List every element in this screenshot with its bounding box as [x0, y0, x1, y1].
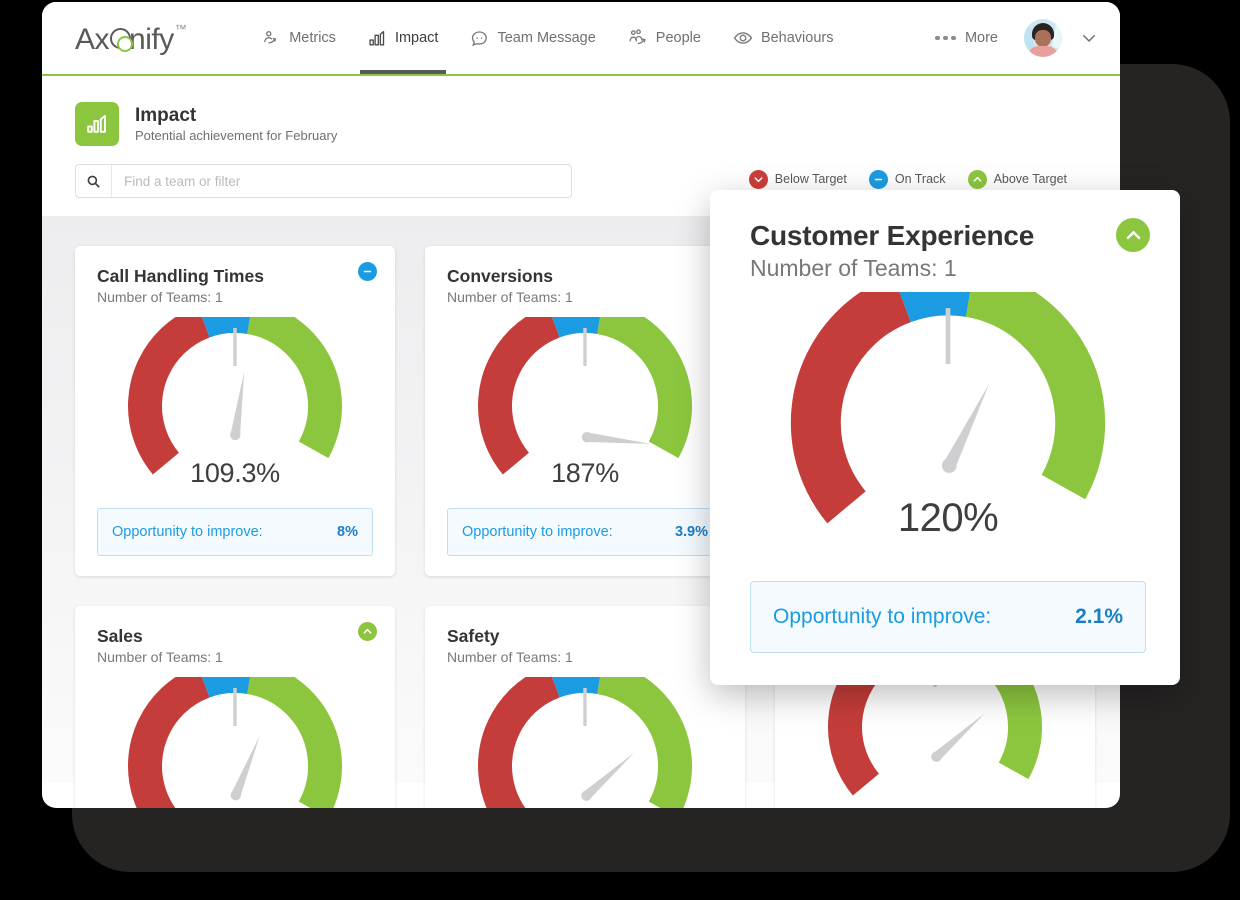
metric-card[interactable]: Conversions Number of Teams: 1 [425, 246, 745, 576]
opportunity-label: Opportunity to improve: [112, 524, 263, 540]
gauge-needle [579, 749, 637, 803]
chevron-up-circle-icon [1116, 218, 1150, 252]
gauge-value: 187% [447, 458, 723, 489]
search-input[interactable] [112, 165, 571, 197]
screenshot-stage: Ax nify ™ Metrics [0, 0, 1240, 900]
card-teams: Number of Teams: 1 [447, 289, 723, 305]
behaviours-icon [733, 28, 753, 48]
status-badge [1116, 218, 1150, 252]
gauge-svg [447, 677, 723, 808]
nav-items: Metrics Impact [246, 2, 849, 74]
metric-card[interactable]: Safety Number of Teams: 1 [425, 606, 745, 808]
nav-right-group: More [925, 19, 1120, 57]
ellipsis-icon [935, 36, 956, 41]
user-avatar[interactable] [1024, 19, 1062, 57]
nav-item-team-message[interactable]: Team Message [454, 2, 611, 74]
opportunity-label: Opportunity to improve: [773, 605, 991, 629]
gauge-svg [447, 317, 723, 477]
opportunity-value: 2.1% [1075, 605, 1123, 629]
legend-label: Above Target [994, 172, 1067, 186]
page-subtitle: Potential achievement for February [135, 128, 337, 143]
nav-item-more[interactable]: More [925, 30, 1008, 46]
opportunity-bar: Opportunity to improve: 3.9% [447, 508, 723, 556]
card-title: Safety [447, 626, 723, 647]
gauge-needle [581, 431, 651, 449]
top-navigation-bar: Ax nify ™ Metrics [42, 2, 1120, 76]
gauge-svg [97, 317, 373, 477]
chevron-down-icon[interactable] [1080, 29, 1098, 47]
logo-o-ring-icon [109, 19, 129, 49]
metric-card[interactable]: Call Handling Times Number of Teams: 1 [75, 246, 395, 576]
gauge-chart [447, 677, 723, 808]
gauge-needle [939, 381, 995, 476]
nav-item-metrics[interactable]: Metrics [246, 2, 352, 74]
legend-item-below-target: Below Target [749, 170, 847, 189]
gauge-needle [229, 371, 249, 441]
legend-label: Below Target [775, 172, 847, 186]
card-title: Sales [97, 626, 373, 647]
card-title: Call Handling Times [97, 266, 373, 287]
gauge-svg [750, 292, 1146, 527]
card-teams: Number of Teams: 1 [97, 289, 373, 305]
opportunity-bar: Opportunity to improve: 8% [97, 508, 373, 556]
nav-more-label: More [965, 30, 998, 46]
page-title-block: Impact Potential achievement for Februar… [135, 105, 337, 144]
impact-bar-chart-icon [75, 102, 119, 146]
popup-title: Customer Experience [750, 220, 1146, 252]
opportunity-value: 3.9% [675, 524, 708, 540]
logo-trademark: ™ [175, 22, 187, 36]
opportunity-bar: Opportunity to improve: 2.1% [750, 581, 1146, 653]
gauge-chart [97, 677, 373, 808]
legend-item-above-target: Above Target [968, 170, 1067, 189]
page-header: Impact Potential achievement for Februar… [42, 76, 1120, 198]
gauge-needle [929, 710, 987, 764]
page-title-row: Impact Potential achievement for Februar… [75, 102, 1087, 146]
nav-item-people[interactable]: People [612, 2, 717, 74]
people-icon [628, 28, 648, 48]
nav-item-label: Behaviours [761, 30, 834, 46]
metric-card[interactable]: Sales Number of Teams: 1 [75, 606, 395, 808]
nav-item-label: Metrics [289, 30, 336, 46]
gauge-chart: 109.3% [97, 317, 373, 477]
status-badge [358, 622, 377, 641]
search-icon[interactable] [76, 165, 112, 197]
card-title: Conversions [447, 266, 723, 287]
card-teams: Number of Teams: 1 [447, 649, 723, 665]
logo-text-b: nify [129, 23, 174, 57]
logo-text-a: Ax [75, 23, 109, 57]
gauge-chart: 120% [750, 292, 1146, 527]
gauge-svg [97, 677, 373, 808]
minus-circle-icon [869, 170, 888, 189]
search-box [75, 164, 572, 198]
axonify-logo[interactable]: Ax nify ™ [75, 19, 186, 57]
popup-teams: Number of Teams: 1 [750, 255, 1146, 282]
gauge-value: 109.3% [97, 458, 373, 489]
card-teams: Number of Teams: 1 [97, 649, 373, 665]
metric-detail-popup[interactable]: Customer Experience Number of Teams: 1 1… [710, 190, 1180, 685]
chevron-down-circle-icon [749, 170, 768, 189]
legend-item-on-track: On Track [869, 170, 946, 189]
impact-icon [368, 29, 387, 48]
metrics-icon [262, 29, 281, 48]
chevron-up-circle-icon [968, 170, 987, 189]
status-badge [358, 262, 377, 281]
team-message-icon [470, 29, 489, 48]
chevron-up-circle-icon [358, 622, 377, 641]
opportunity-value: 8% [337, 524, 358, 540]
gauge-needle [229, 734, 265, 802]
nav-item-label: Impact [395, 30, 439, 46]
page-title: Impact [135, 105, 337, 127]
legend-label: On Track [895, 172, 946, 186]
gauge-value: 120% [750, 496, 1146, 541]
nav-item-impact[interactable]: Impact [352, 2, 455, 74]
nav-item-behaviours[interactable]: Behaviours [717, 2, 850, 74]
opportunity-label: Opportunity to improve: [462, 524, 613, 540]
gauge-chart: 187% [447, 317, 723, 477]
nav-item-label: People [656, 30, 701, 46]
minus-circle-icon [358, 262, 377, 281]
nav-item-label: Team Message [497, 30, 595, 46]
